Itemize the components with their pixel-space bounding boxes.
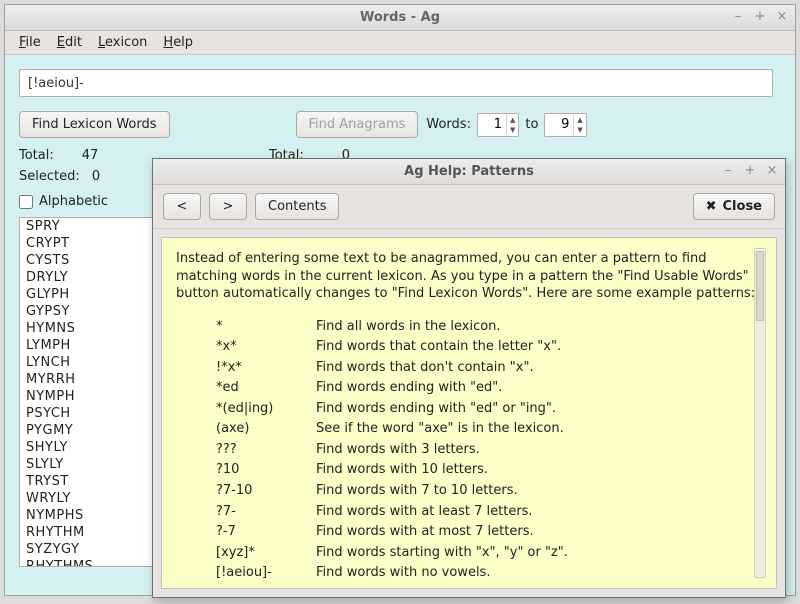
- description-cell: Find words with no vowels.: [316, 564, 568, 582]
- description-cell: Find words that don't contain "x".: [316, 359, 568, 377]
- selected-label: Selected:: [19, 169, 80, 184]
- help-scrollbar[interactable]: [754, 248, 766, 578]
- pattern-cell: *ed: [216, 379, 316, 397]
- help-contents-button[interactable]: Contents: [255, 193, 339, 220]
- maximize-icon[interactable]: +: [753, 9, 767, 24]
- minimize-icon[interactable]: –: [721, 163, 735, 178]
- description-cell: Find words with 3 letters.: [316, 441, 568, 459]
- help-body: Instead of entering some text to be anag…: [153, 229, 785, 597]
- menu-file[interactable]: File: [13, 33, 47, 52]
- description-cell: Find words with at most 7 letters.: [316, 523, 568, 541]
- pattern-row: ?-7Find words with at most 7 letters.: [216, 523, 568, 541]
- help-toolbar: < > Contents ✖ Close: [153, 185, 785, 229]
- help-content[interactable]: Instead of entering some text to be anag…: [161, 237, 777, 589]
- selected-value: 0: [92, 169, 100, 184]
- maximize-icon[interactable]: +: [743, 163, 757, 178]
- menu-edit[interactable]: Edit: [51, 33, 88, 52]
- pattern-cell: ?-7: [216, 523, 316, 541]
- words-to-stepper[interactable]: ▲▼: [544, 113, 586, 137]
- chevron-down-icon[interactable]: ▼: [574, 125, 585, 135]
- description-cell: Find all words in the lexicon.: [316, 318, 568, 336]
- words-label: Words:: [426, 117, 471, 132]
- alphabetic-label: Alphabetic: [39, 194, 108, 209]
- description-cell: Find words starting with "x", "y" or "z"…: [316, 544, 568, 562]
- pattern-input[interactable]: [19, 69, 773, 97]
- pattern-table: *Find all words in the lexicon.*x*Find w…: [216, 315, 568, 585]
- help-next-button[interactable]: >: [209, 193, 247, 220]
- help-intro: Instead of entering some text to be anag…: [176, 250, 762, 303]
- pattern-row: *x*Find words that contain the letter "x…: [216, 338, 568, 356]
- pattern-row: ?7-10Find words with 7 to 10 letters.: [216, 482, 568, 500]
- pattern-row: ???Find words with 3 letters.: [216, 441, 568, 459]
- pattern-cell: *x*: [216, 338, 316, 356]
- pattern-row: [!aeiou]-Find words with no vowels.: [216, 564, 568, 582]
- pattern-row: !*x*Find words that don't contain "x".: [216, 359, 568, 377]
- scrollbar-thumb[interactable]: [756, 251, 764, 321]
- help-close-label: Close: [723, 199, 762, 214]
- description-cell: Find words with at least 7 letters.: [316, 503, 568, 521]
- controls-row: Find Lexicon Words Find Anagrams Words: …: [19, 111, 781, 138]
- words-to-input[interactable]: [545, 117, 573, 132]
- pattern-row: [xyz]*Find words starting with "x", "y" …: [216, 544, 568, 562]
- help-window: Ag Help: Patterns – + × < > Contents ✖ C…: [152, 158, 786, 598]
- pattern-row: *(ed|ing)Find words ending with "ed" or …: [216, 400, 568, 418]
- pattern-cell: (axe): [216, 420, 316, 438]
- menu-help[interactable]: Help: [157, 33, 199, 52]
- pattern-cell: ???: [216, 441, 316, 459]
- description-cell: Find words that contain the letter "x".: [316, 338, 568, 356]
- chevron-down-icon[interactable]: ▼: [507, 125, 518, 135]
- chevron-up-icon[interactable]: ▲: [507, 115, 518, 125]
- pattern-cell: [!aeiou]-: [216, 564, 316, 582]
- to-label: to: [525, 117, 538, 132]
- chevron-up-icon[interactable]: ▲: [574, 115, 585, 125]
- words-from-input[interactable]: [478, 117, 506, 132]
- main-title: Words - Ag: [360, 10, 440, 25]
- left-total-value: 47: [82, 148, 99, 163]
- pattern-cell: !*x*: [216, 359, 316, 377]
- alphabetic-checkbox[interactable]: [19, 195, 33, 209]
- close-icon: ✖: [706, 199, 717, 214]
- window-buttons: – + ×: [731, 9, 789, 24]
- pattern-cell: ?10: [216, 461, 316, 479]
- main-titlebar: Words - Ag – + ×: [5, 5, 795, 31]
- left-total-label: Total:: [19, 148, 54, 163]
- description-cell: See if the word "axe" is in the lexicon.: [316, 420, 568, 438]
- words-range: Words: ▲▼ to ▲▼: [426, 113, 586, 137]
- find-anagrams-button[interactable]: Find Anagrams: [296, 111, 419, 138]
- words-from-stepper[interactable]: ▲▼: [477, 113, 519, 137]
- description-cell: Find words with 10 letters.: [316, 461, 568, 479]
- pattern-row: (axe)See if the word "axe" is in the lex…: [216, 420, 568, 438]
- pattern-row: *Find all words in the lexicon.: [216, 318, 568, 336]
- pattern-cell: ?7-: [216, 503, 316, 521]
- close-window-icon[interactable]: ×: [775, 9, 789, 24]
- help-title: Ag Help: Patterns: [404, 164, 534, 179]
- menu-lexicon[interactable]: Lexicon: [92, 33, 153, 52]
- description-cell: Find words ending with "ed".: [316, 379, 568, 397]
- find-lexicon-words-button[interactable]: Find Lexicon Words: [19, 111, 170, 138]
- close-window-icon[interactable]: ×: [765, 163, 779, 178]
- help-window-buttons: – + ×: [721, 163, 779, 178]
- description-cell: Find words ending with "ed" or "ing".: [316, 400, 568, 418]
- help-prev-button[interactable]: <: [163, 193, 201, 220]
- help-close-button[interactable]: ✖ Close: [693, 193, 775, 220]
- pattern-row: ?7-Find words with at least 7 letters.: [216, 503, 568, 521]
- pattern-row: ?10Find words with 10 letters.: [216, 461, 568, 479]
- description-cell: Find words with 7 to 10 letters.: [316, 482, 568, 500]
- pattern-cell: *: [216, 318, 316, 336]
- pattern-cell: [xyz]*: [216, 544, 316, 562]
- help-titlebar: Ag Help: Patterns – + ×: [153, 159, 785, 185]
- pattern-cell: *(ed|ing): [216, 400, 316, 418]
- pattern-row: *edFind words ending with "ed".: [216, 379, 568, 397]
- menubar: File Edit Lexicon Help: [5, 31, 795, 55]
- minimize-icon[interactable]: –: [731, 9, 745, 24]
- pattern-cell: ?7-10: [216, 482, 316, 500]
